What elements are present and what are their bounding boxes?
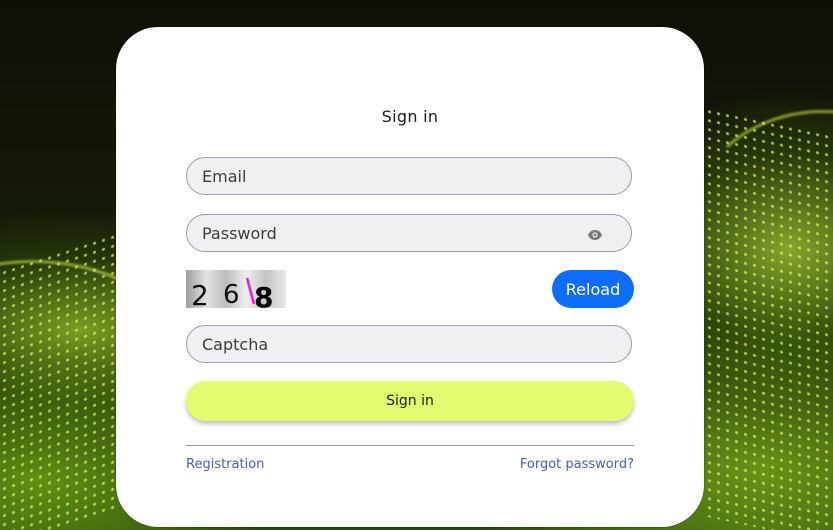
svg-text:8: 8 — [254, 281, 273, 308]
captcha-image: 2 6 8 — [186, 270, 286, 308]
divider — [186, 445, 634, 446]
email-field[interactable]: Email — [186, 157, 632, 195]
password-placeholder: Password — [202, 223, 277, 243]
captcha-placeholder: Captcha — [202, 334, 269, 354]
eye-icon[interactable] — [587, 227, 603, 241]
page-title: Sign in — [381, 107, 439, 126]
captcha-field[interactable]: Captcha — [186, 325, 632, 363]
svg-text:2: 2 — [191, 279, 209, 308]
reload-captcha-button[interactable]: Reload — [552, 270, 634, 308]
login-card: Sign in Email Password 2 6 8 Reload Capt… — [116, 27, 704, 527]
registration-link[interactable]: Registration — [186, 457, 264, 472]
svg-text:6: 6 — [223, 280, 240, 308]
sign-in-button[interactable]: Sign in — [186, 381, 634, 421]
forgot-password-link[interactable]: Forgot password? — [520, 457, 634, 472]
email-placeholder: Email — [202, 166, 247, 186]
password-field[interactable]: Password — [186, 214, 632, 252]
